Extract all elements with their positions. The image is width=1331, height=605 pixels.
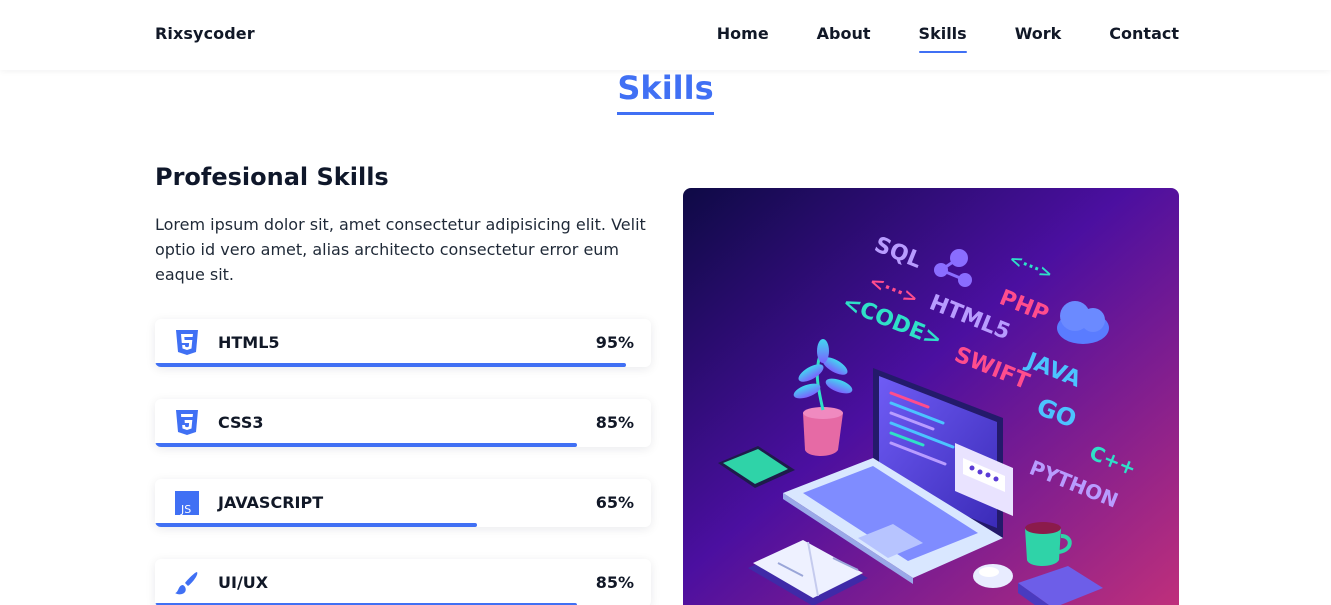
skills-heading: Profesional Skills [155,163,389,191]
skill-card-javascript: JS JAVASCRIPT 65% [155,479,651,527]
nav-skills[interactable]: Skills [918,24,967,53]
skill-percent: 95% [595,333,634,352]
skill-name: UI/UX [218,573,269,592]
skill-name: CSS3 [218,413,264,432]
skill-percent: 85% [595,413,634,432]
mouse-illustration [973,564,1013,588]
skills-description: Lorem ipsum dolor sit, amet consectetur … [155,215,646,284]
skill-progress-bar [155,523,478,527]
skill-name: HTML5 [218,333,280,352]
skill-percent: 65% [595,493,634,512]
site-header: Rixsycoder Home About Skills Work Contac… [0,0,1331,70]
html5-icon [175,330,199,356]
skills-illustration: SQL HTML5 PHP <CODE> SWIFT JAVA GO PYTHO… [683,188,1179,605]
section-title-wrap: Skills [0,70,1331,115]
nav-contact[interactable]: Contact [1109,24,1179,53]
brand-logo[interactable]: Rixsycoder [155,24,255,43]
skill-card-html5: HTML5 95% [155,319,651,367]
nav-about[interactable]: About [817,24,871,53]
svg-text:JS: JS [180,503,191,516]
skill-percent: 85% [595,573,634,592]
skill-name: JAVASCRIPT [218,493,324,512]
section-title: Skills [617,70,714,115]
skill-progress-bar [155,363,627,367]
skill-card-css3: CSS3 85% [155,399,651,447]
skill-progress-bar [155,443,577,447]
css3-icon [175,410,199,436]
nav-work[interactable]: Work [1015,24,1062,53]
nav-home[interactable]: Home [717,24,769,53]
main-nav: Home About Skills Work Contact [669,24,1179,53]
paintbrush-icon [175,570,199,596]
javascript-icon: JS [175,490,199,516]
skill-card-uiux: UI/UX 85% [155,559,651,605]
